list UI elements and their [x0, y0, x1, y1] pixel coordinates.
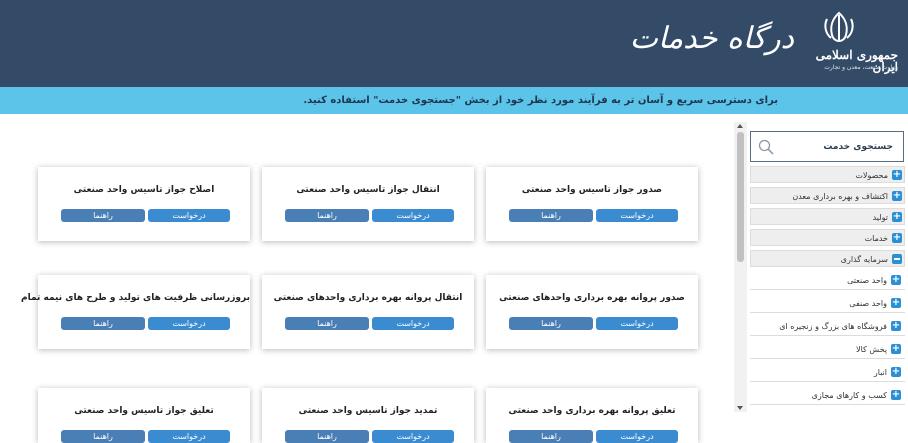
sidebar-subitem-warehouse[interactable]: + انبار: [750, 363, 905, 382]
sidebar-subitem-distribution[interactable]: + پخش کالا: [750, 340, 905, 359]
request-button[interactable]: درخواست: [596, 209, 678, 222]
search-icon[interactable]: [758, 139, 774, 155]
sidebar-category-products[interactable]: + محصولات: [750, 166, 905, 183]
category-label: محصولات: [855, 171, 888, 180]
service-card: صدور جواز تاسیس واحد صنعتی درخواست راهنم…: [486, 167, 698, 241]
request-button[interactable]: درخواست: [148, 209, 230, 222]
category-label: خدمات: [864, 234, 888, 243]
expand-plus-icon[interactable]: +: [891, 367, 901, 377]
iran-emblem-icon: [824, 11, 854, 43]
expand-plus-icon[interactable]: +: [892, 212, 902, 222]
service-card: بروزرسانی ظرفیت های تولید و طرح های نیمه…: [21, 275, 250, 349]
service-title: تعلیق پروانه بهره برداری واحد صنعتی: [508, 406, 676, 416]
expand-plus-icon[interactable]: +: [892, 233, 902, 243]
guide-button[interactable]: راهنما: [61, 209, 145, 222]
subitem-label: پخش کالا: [856, 345, 887, 354]
service-title: انتقال پروانه بهره برداری واحدهای صنعتی: [273, 293, 463, 303]
subitem-label: فروشگاه های بزرگ و زنجیره ای: [779, 322, 887, 331]
sidebar-category-production[interactable]: + تولید: [750, 208, 905, 225]
service-title: اصلاح جواز تاسیس واحد صنعتی: [73, 185, 215, 195]
portal-title[interactable]: درگاه خدمات: [630, 20, 794, 58]
info-bar-text: برای دسترسی سریع و آسان تر به فرآیند مور…: [303, 95, 778, 106]
expand-plus-icon[interactable]: +: [891, 298, 901, 308]
service-title: صدور پروانه بهره برداری واحدهای صنعتی: [499, 293, 685, 303]
category-label: تولید: [872, 213, 888, 222]
sidebar-category-investment[interactable]: سرمایه گذاری: [750, 250, 905, 267]
sidebar-subitem-chain-stores[interactable]: + فروشگاه های بزرگ و زنجیره ای: [750, 317, 905, 336]
search-label: جستجوی خدمت: [823, 142, 893, 152]
content-scrollbar[interactable]: [734, 122, 747, 412]
expand-plus-icon[interactable]: +: [892, 191, 902, 201]
scroll-thumb[interactable]: [737, 132, 744, 262]
guide-button[interactable]: راهنما: [509, 317, 593, 330]
request-button[interactable]: درخواست: [596, 317, 678, 330]
expand-plus-icon[interactable]: +: [891, 275, 901, 285]
sidebar-category-services[interactable]: + خدمات: [750, 229, 905, 246]
request-button[interactable]: درخواست: [372, 209, 454, 222]
category-label: سرمایه گذاری: [840, 255, 888, 264]
service-search-input[interactable]: جستجوی خدمت: [750, 131, 904, 162]
guide-button[interactable]: راهنما: [285, 317, 369, 330]
guide-button[interactable]: راهنما: [285, 430, 369, 443]
sidebar: جستجوی خدمت + محصولات + اکتشاف و بهره بر…: [750, 131, 905, 411]
collapse-minus-icon[interactable]: [892, 254, 902, 264]
service-card: تعلیق پروانه بهره برداری واحد صنعتی درخو…: [486, 388, 698, 443]
scroll-down-arrow-icon[interactable]: [737, 406, 743, 410]
request-button[interactable]: درخواست: [372, 317, 454, 330]
expand-plus-icon[interactable]: +: [891, 390, 901, 400]
info-bar: برای دسترسی سریع و آسان تر به فرآیند مور…: [0, 87, 908, 114]
logo-subtitle: وزارت صنعت، معدن و تجارت: [824, 64, 898, 71]
sidebar-subitem-online-business[interactable]: + کسب و کارهای مجازی: [750, 386, 905, 405]
service-title: بروزرسانی ظرفیت های تولید و طرح های نیمه…: [21, 293, 250, 303]
service-card: اصلاح جواز تاسیس واحد صنعتی درخواست راهن…: [38, 167, 250, 241]
sidebar-subitem-guild-unit[interactable]: + واحد صنفی: [750, 294, 905, 313]
expand-plus-icon[interactable]: +: [892, 170, 902, 180]
subitem-label: کسب و کارهای مجازی: [811, 391, 887, 400]
service-card: تمدید جواز تاسیس واحد صنعتی درخواست راهن…: [262, 388, 474, 443]
service-card: انتقال پروانه بهره برداری واحدهای صنعتی …: [262, 275, 474, 349]
request-button[interactable]: درخواست: [148, 317, 230, 330]
guide-button[interactable]: راهنما: [509, 209, 593, 222]
category-label: اکتشاف و بهره برداری معدن: [792, 192, 888, 201]
header: جمهوری اسلامی ایران وزارت صنعت، معدن و ت…: [0, 0, 908, 87]
subitem-label: واحد صنعتی: [847, 276, 887, 285]
subitem-label: انبار: [873, 368, 887, 377]
sidebar-category-mining[interactable]: + اکتشاف و بهره برداری معدن: [750, 187, 905, 204]
service-title: انتقال جواز تاسیس واحد صنعتی: [296, 185, 440, 195]
service-card: صدور پروانه بهره برداری واحدهای صنعتی در…: [486, 275, 698, 349]
request-button[interactable]: درخواست: [596, 430, 678, 443]
subitem-label: واحد صنفی: [849, 299, 887, 308]
service-title: تعلیق جواز تاسیس واحد صنعتی: [74, 406, 214, 416]
request-button[interactable]: درخواست: [372, 430, 454, 443]
service-card: تعلیق جواز تاسیس واحد صنعتی درخواست راهن…: [38, 388, 250, 443]
guide-button[interactable]: راهنما: [61, 317, 145, 330]
scroll-up-arrow-icon[interactable]: [737, 124, 743, 128]
guide-button[interactable]: راهنما: [61, 430, 145, 443]
service-title: صدور جواز تاسیس واحد صنعتی: [521, 185, 663, 195]
sidebar-subitem-industrial-unit[interactable]: + واحد صنعتی: [750, 271, 905, 290]
expand-plus-icon[interactable]: +: [891, 321, 901, 331]
request-button[interactable]: درخواست: [148, 430, 230, 443]
expand-plus-icon[interactable]: +: [891, 344, 901, 354]
service-title: تمدید جواز تاسیس واحد صنعتی: [298, 406, 438, 416]
guide-button[interactable]: راهنما: [509, 430, 593, 443]
guide-button[interactable]: راهنما: [285, 209, 369, 222]
service-card: انتقال جواز تاسیس واحد صنعتی درخواست راه…: [262, 167, 474, 241]
